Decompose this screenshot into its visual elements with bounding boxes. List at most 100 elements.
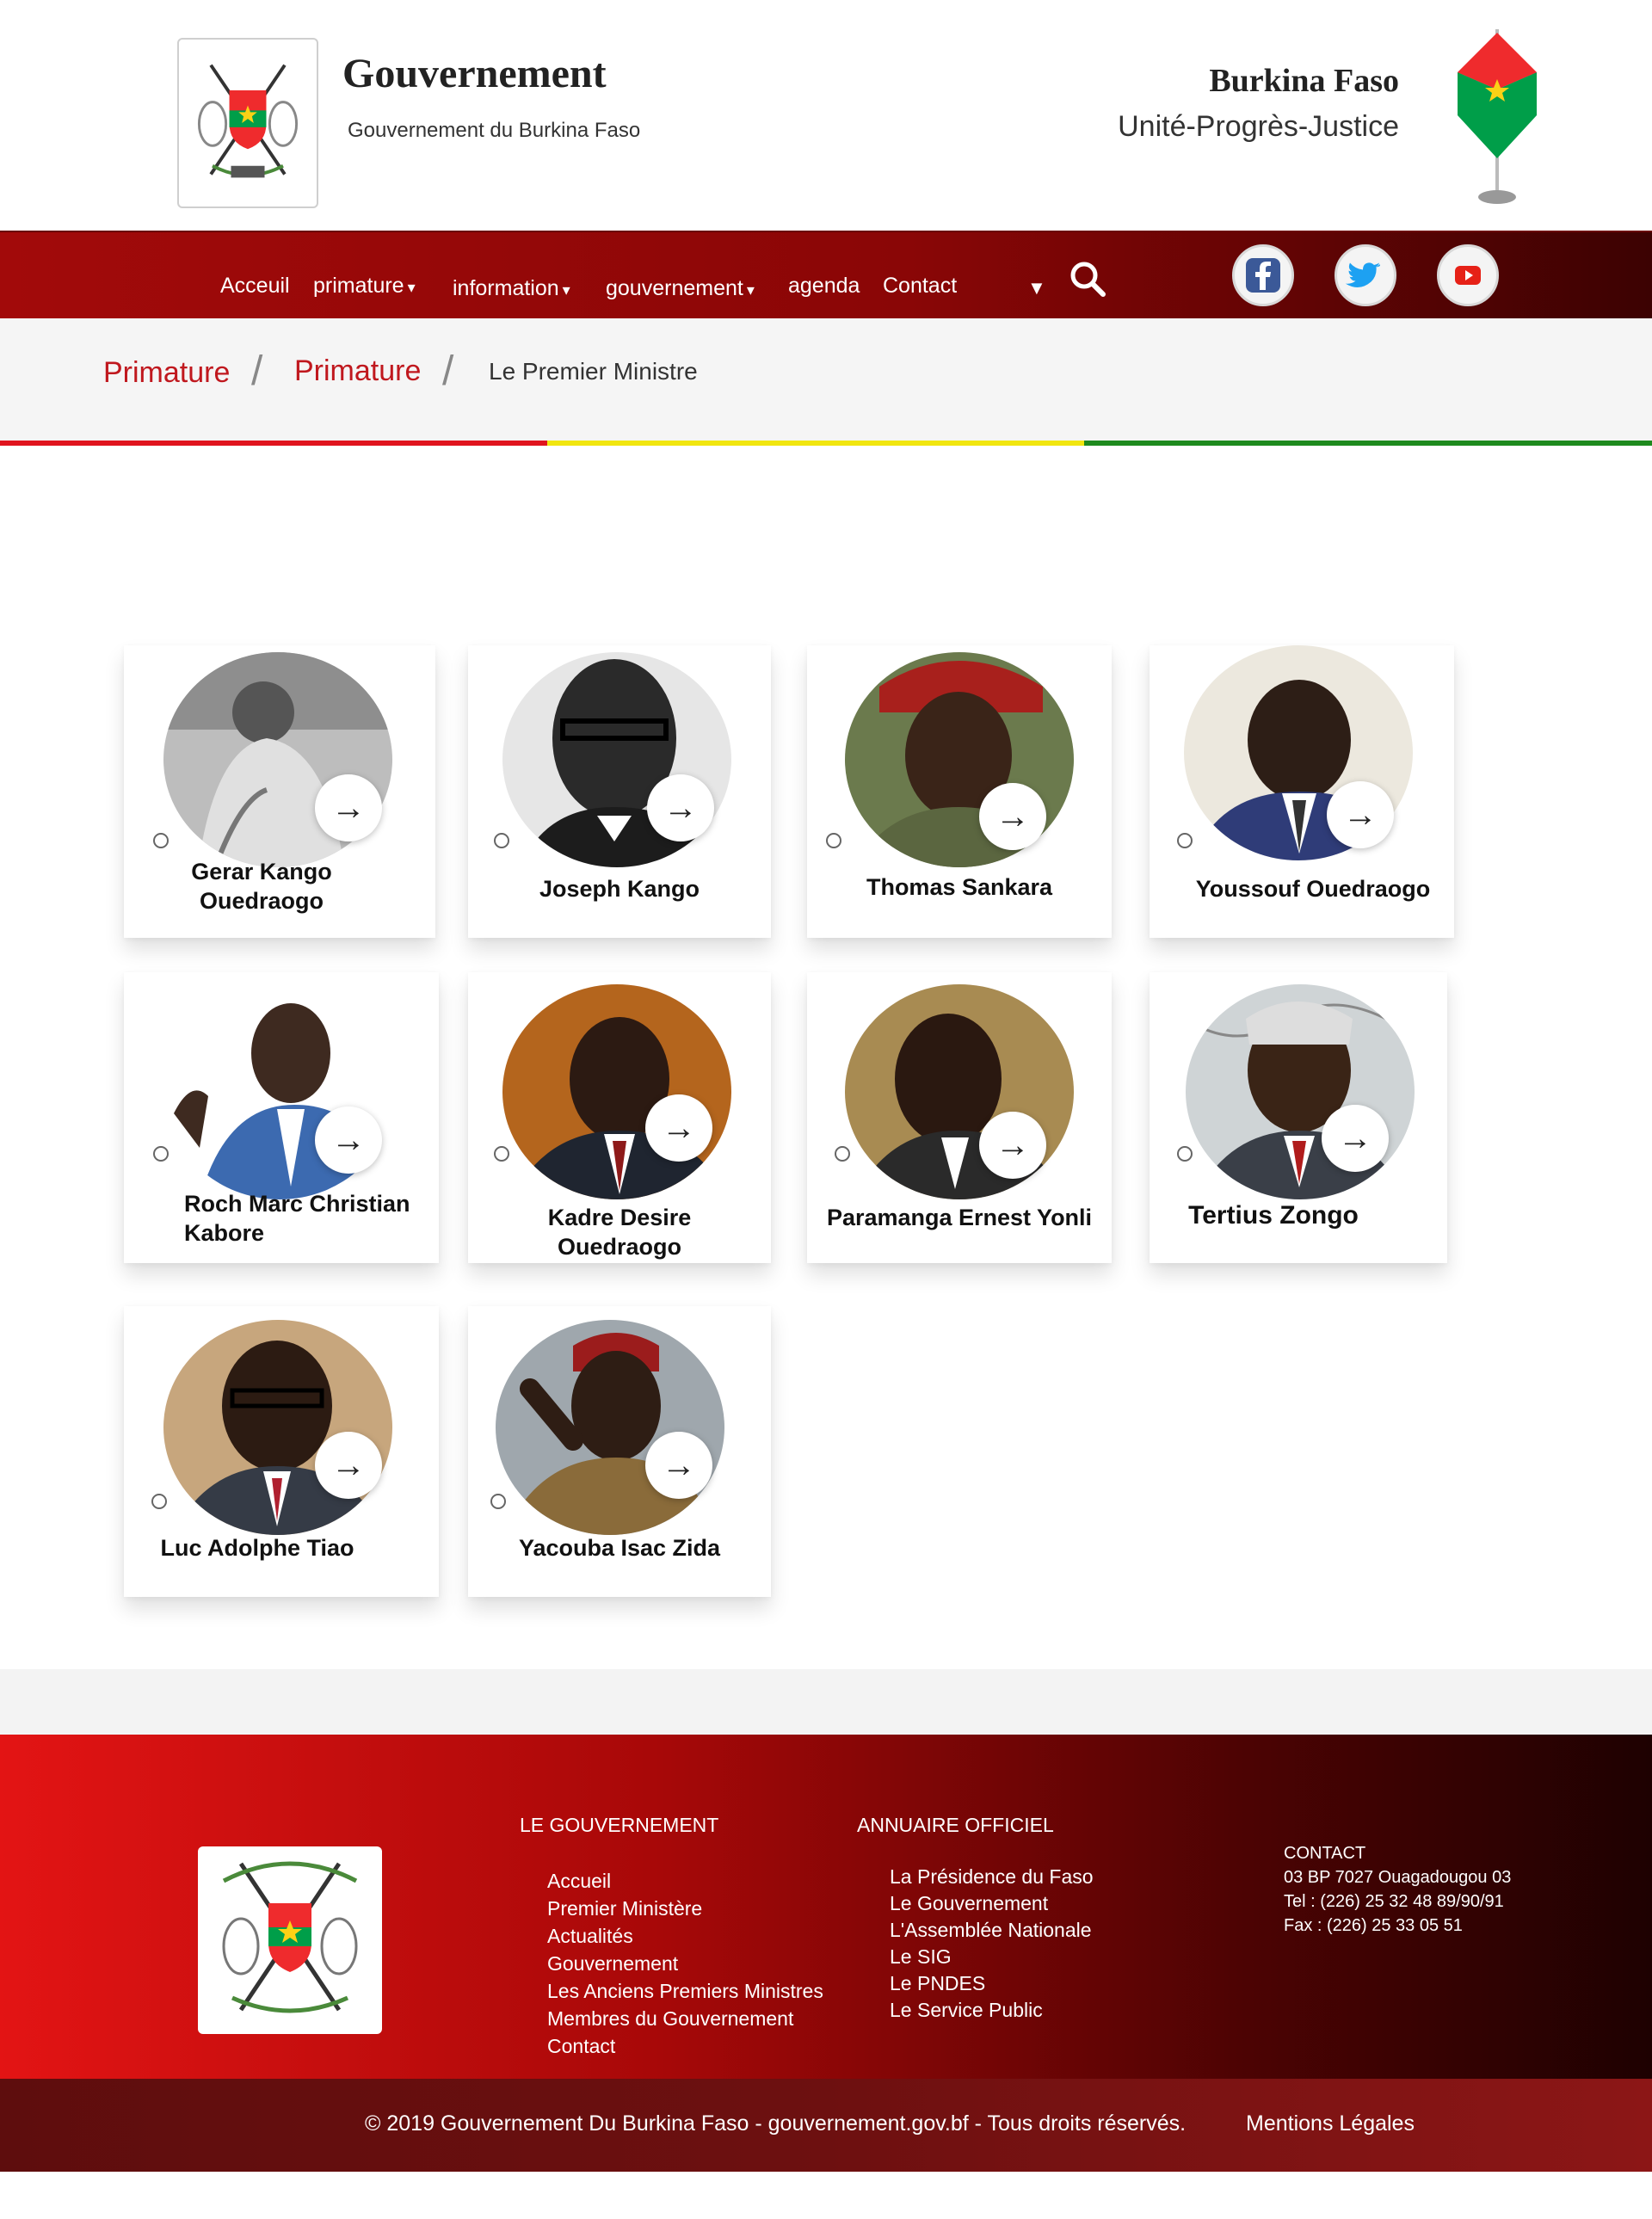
pm-name: Youssouf Ouedraogo [1195, 876, 1431, 902]
pm-name: Thomas Sankara [866, 874, 1053, 900]
footer-link[interactable]: Les Anciens Premiers Ministres [547, 1977, 823, 2005]
chevron-down-icon: ▾ [562, 281, 570, 299]
nav-item-primature[interactable]: primature ▾ [313, 274, 416, 299]
pm-name: Roch Marc Christian Kabore [184, 1191, 410, 1246]
portrait-image [502, 984, 731, 1199]
pm-card[interactable]: → Luc Adolphe Tiao [124, 1306, 439, 1597]
youtube-icon[interactable] [1437, 244, 1499, 306]
nav-item-gouvernement[interactable]: gouvernement ▾ [606, 276, 755, 301]
portrait-image [845, 984, 1074, 1199]
menu-toggle-icon[interactable]: ▼ [1027, 277, 1046, 299]
page-divider [0, 1669, 1652, 1735]
footer-link[interactable]: Contact [547, 2032, 823, 2060]
footer-link[interactable]: Le SIG [890, 1944, 1094, 1970]
radio-button[interactable] [1177, 1146, 1193, 1162]
pm-card[interactable]: → Youssouf Ouedraogo [1150, 645, 1454, 938]
contact-phone: Tel : (226) 25 32 48 89/90/91 [1284, 1892, 1504, 1911]
footer-link[interactable]: L'Assemblée Nationale [890, 1917, 1094, 1944]
nav-item-agenda[interactable]: agenda [788, 274, 860, 299]
arrow-right-icon[interactable]: → [315, 1106, 382, 1174]
footer-heading-annuaire: ANNUAIRE OFFICIEL [857, 1814, 1054, 1836]
footer-link[interactable]: La Présidence du Faso [890, 1864, 1094, 1890]
arrow-right-icon[interactable]: → [979, 1112, 1046, 1179]
coat-of-arms-logo[interactable] [198, 1846, 382, 2034]
footer-link[interactable]: Membres du Gouvernement [547, 2005, 823, 2032]
pm-card[interactable]: → Joseph Kango [468, 645, 771, 938]
arrow-right-icon[interactable]: → [1327, 781, 1394, 848]
site-subtitle: Gouvernement du Burkina Faso [348, 119, 641, 142]
breadcrumb-separator: / [251, 348, 263, 394]
arrow-right-icon[interactable]: → [645, 1432, 712, 1499]
pm-card[interactable]: → Kadre Desire Ouedraogo [468, 972, 771, 1263]
pm-name: Kadre Desire Ouedraogo [547, 1205, 692, 1260]
radio-button[interactable] [490, 1494, 506, 1509]
footer-heading-gouvernement: LE GOUVERNEMENT [520, 1814, 719, 1836]
pm-card[interactable]: → Gerar Kango Ouedraogo [124, 645, 435, 938]
arrow-right-icon[interactable]: → [315, 1432, 382, 1499]
breadcrumb-current: Le Premier Ministre [489, 358, 698, 385]
radio-button[interactable] [494, 833, 509, 848]
arrow-right-icon[interactable]: → [645, 1094, 712, 1162]
footer-link[interactable]: Gouvernement [547, 1950, 823, 1977]
footer-link[interactable]: Premier Ministère [547, 1895, 823, 1922]
pm-name: Joseph Kango [539, 876, 700, 902]
search-icon[interactable] [1067, 258, 1108, 299]
contact-address: 03 BP 7027 Ouagadougou 03 [1284, 1868, 1512, 1887]
site-header: Gouvernement Gouvernement du Burkina Fas… [0, 0, 1652, 231]
national-motto: Unité-Progrès-Justice [1118, 110, 1399, 143]
pm-card[interactable]: → Thomas Sankara [807, 645, 1112, 938]
legal-notice-link[interactable]: Mentions Légales [1246, 2111, 1415, 2136]
tricolor-divider [0, 441, 1652, 447]
nav-item-contact[interactable]: Contact [883, 274, 957, 299]
radio-button[interactable] [151, 1494, 167, 1509]
chevron-down-icon: ▾ [746, 281, 755, 299]
copyright-text: © 2019 Gouvernement Du Burkina Faso - go… [365, 2111, 1187, 2136]
pm-card[interactable]: → Tertius Zongo [1150, 972, 1447, 1263]
pm-card[interactable]: → Paramanga Ernest Yonli [807, 972, 1112, 1263]
site-footer: LE GOUVERNEMENT Accueil Premier Ministèr… [0, 1735, 1652, 2079]
arrow-right-icon[interactable]: → [315, 774, 382, 841]
pm-name: Tertius Zongo [1188, 1201, 1359, 1230]
nav-item-acceuil[interactable]: Acceuil [220, 274, 290, 299]
flag-icon [1454, 21, 1540, 210]
breadcrumb: Primature / Primature / Le Premier Minis… [0, 318, 1652, 442]
contact-heading: CONTACT [1284, 1844, 1366, 1863]
site-title: Gouvernement [342, 51, 607, 96]
portrait-image [496, 1320, 724, 1535]
arrow-right-icon[interactable]: → [647, 774, 714, 841]
nav-item-information[interactable]: information ▾ [453, 276, 570, 301]
pm-name: Yacouba Isac Zida [518, 1535, 721, 1561]
pm-name: Paramanga Ernest Yonli [826, 1205, 1093, 1230]
contact-fax: Fax : (226) 25 33 05 51 [1284, 1916, 1463, 1935]
portrait-image [163, 1320, 392, 1535]
radio-button[interactable] [835, 1146, 850, 1162]
arrow-right-icon[interactable]: → [979, 783, 1046, 850]
breadcrumb-link-primature[interactable]: Primature [103, 356, 230, 390]
pm-card[interactable]: → Yacouba Isac Zida [468, 1306, 771, 1597]
pm-name: Luc Adolphe Tiao [160, 1535, 354, 1561]
country-name: Burkina Faso [1209, 63, 1399, 99]
radio-button[interactable] [826, 833, 841, 848]
twitter-icon[interactable] [1335, 244, 1396, 306]
footer-link[interactable]: Actualités [547, 1922, 823, 1950]
pm-card[interactable]: → Roch Marc Christian Kabore [124, 972, 439, 1263]
footer-link[interactable]: Accueil [547, 1867, 823, 1895]
portrait-image [1186, 984, 1415, 1199]
radio-button[interactable] [1177, 833, 1193, 848]
main-navigation: Acceuil primature ▾ information ▾ gouverne… [0, 231, 1652, 318]
footer-bottom-bar: © 2019 Gouvernement Du Burkina Faso - go… [0, 2079, 1652, 2172]
footer-link[interactable]: Le Service Public [890, 1997, 1094, 2024]
radio-button[interactable] [494, 1146, 509, 1162]
footer-links-gouvernement: Accueil Premier Ministère Actualités Gou… [547, 1867, 823, 2060]
footer-link[interactable]: Le PNDES [890, 1970, 1094, 1997]
arrow-right-icon[interactable]: → [1322, 1105, 1389, 1172]
radio-button[interactable] [153, 833, 169, 848]
footer-link[interactable]: Le Gouvernement [890, 1890, 1094, 1917]
facebook-icon[interactable] [1232, 244, 1294, 306]
coat-of-arms-logo[interactable] [177, 38, 318, 208]
breadcrumb-separator: / [442, 348, 454, 394]
chevron-down-icon: ▾ [407, 279, 416, 296]
breadcrumb-link-primature-2[interactable]: Primature [294, 354, 421, 388]
radio-button[interactable] [153, 1146, 169, 1162]
footer-links-annuaire: La Présidence du Faso Le Gouvernement L'… [890, 1864, 1094, 2024]
